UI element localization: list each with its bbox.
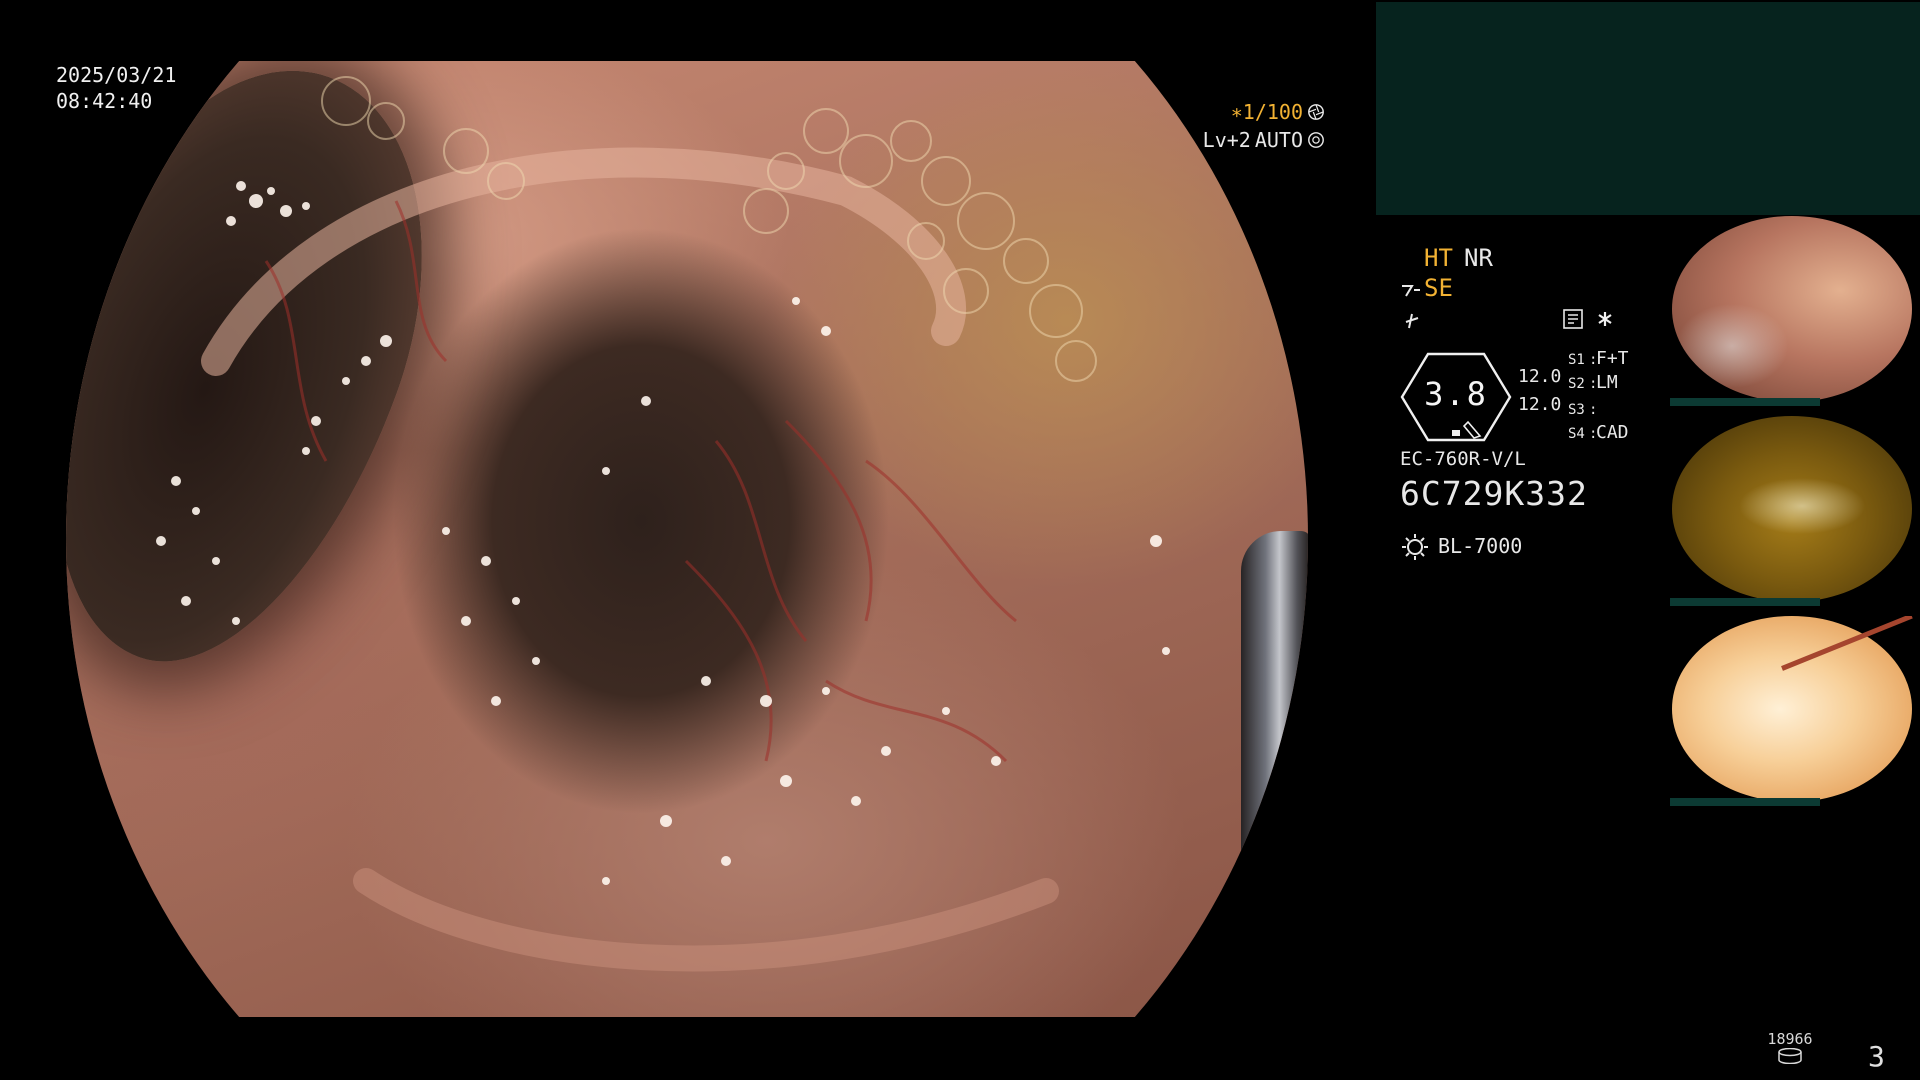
processor-info-panel: HT NR SE 3.8 12.0 12.0 S1 : F+T S2 : LM — [1400, 240, 1670, 570]
auto-text: AUTO — [1254, 128, 1303, 152]
mucosa-detail — [156, 76, 1170, 972]
storage-disk-icon — [1778, 1047, 1802, 1065]
switch-key-s2: S2 — [1568, 376, 1585, 392]
ht-label: HT — [1424, 244, 1453, 272]
scope-model: EC-760R-V/L — [1400, 448, 1526, 470]
light-source-icon — [1402, 534, 1428, 560]
thumbnail-image-2 — [1672, 416, 1912, 602]
switch-key-s3: S3 — [1568, 402, 1585, 418]
counter-value: 18966 — [1767, 1030, 1813, 1048]
light-source-model: BL-7000 — [1438, 534, 1523, 558]
thumbnail-image-1 — [1672, 216, 1912, 402]
endoscopy-screen: 2025/03/21 08:42:40 ∗1/100 Lv+2 AUTO HT … — [0, 0, 1920, 1080]
time-text: 08:42:40 — [56, 89, 153, 113]
exposure-readout: ∗1/100 Lv+2 AUTO — [1185, 98, 1325, 154]
level-text: Lv+2 — [1202, 128, 1251, 152]
instrument-line — [1781, 616, 1913, 671]
captured-thumbnail-2[interactable] — [1670, 416, 1918, 606]
color-mode-icon — [1405, 313, 1419, 329]
captured-thumbnail-1[interactable] — [1670, 216, 1918, 406]
zoom-value: 3.8 — [1424, 375, 1488, 413]
image-count: 3 — [1868, 1040, 1885, 1073]
shutter-speed: ∗1/100 — [1230, 100, 1303, 124]
switch-key-s1: S1 — [1568, 352, 1585, 368]
zoom-bottom-number: 12.0 — [1518, 394, 1562, 415]
datetime-readout: 2025/03/21 08:42:40 — [56, 62, 176, 114]
switch-value-s4: CAD — [1596, 422, 1629, 443]
aperture-icon — [1308, 104, 1324, 120]
patient-info-area — [1376, 2, 1920, 215]
zoom-top-number: 12.0 — [1518, 366, 1562, 387]
auto-exposure-icon — [1308, 132, 1324, 148]
thumbnail-tab-2 — [1670, 598, 1820, 606]
thumbnail-image-3 — [1672, 616, 1913, 802]
instrument-edge — [1241, 531, 1308, 951]
storage-counter: 18966 — [1760, 1030, 1820, 1068]
switch-value-s2: LM — [1596, 372, 1618, 393]
endoscope-live-view — [66, 61, 1308, 1017]
captured-thumbnail-3[interactable] — [1670, 616, 1918, 806]
nr-label: NR — [1464, 244, 1493, 272]
switch-key-s4: S4 — [1568, 426, 1585, 442]
structure-enhance-icon — [1402, 285, 1420, 297]
se-label: SE — [1424, 274, 1453, 302]
switch-value-s1: F+T — [1596, 348, 1629, 369]
thumbnail-tab-1 — [1670, 398, 1820, 406]
asterisk-icon — [1598, 312, 1612, 326]
date-text: 2025/03/21 — [56, 63, 177, 87]
scope-serial: 6C729K332 — [1400, 474, 1588, 513]
memory-card-icon — [1563, 309, 1583, 329]
thumbnail-tab-3 — [1670, 798, 1820, 806]
